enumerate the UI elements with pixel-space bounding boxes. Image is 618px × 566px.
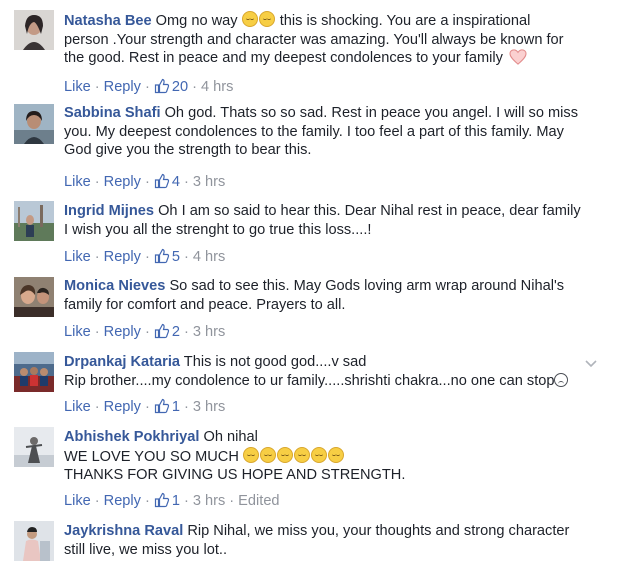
like-button[interactable]: Like [64, 174, 91, 190]
separator: · [94, 399, 100, 415]
timestamp[interactable]: 3 hrs [193, 399, 225, 415]
sad-emoji-icon [241, 11, 276, 29]
comment-author[interactable]: Drpankaj Kataria [64, 354, 180, 370]
avatar[interactable] [14, 10, 54, 50]
reply-button[interactable]: Reply [104, 79, 141, 95]
thumbs-up-icon[interactable] [154, 323, 170, 339]
separator: · [144, 493, 150, 509]
comment-text: Oh god. Thats so so sad. Rest in peace y… [164, 105, 578, 121]
reply-button[interactable]: Reply [104, 249, 141, 265]
like-count[interactable]: 2 [172, 324, 180, 340]
separator: · [94, 493, 100, 509]
separator: · [192, 79, 197, 95]
like-count[interactable]: 4 [172, 174, 180, 190]
separator: · [183, 324, 189, 340]
comment-text: person .Your strength and character was … [64, 31, 564, 48]
comment-text: this is shocking. You are a inspirationa… [279, 13, 531, 29]
avatar[interactable] [14, 201, 54, 241]
avatar[interactable] [14, 104, 54, 144]
comment-text: the good. Rest in peace and my deepest c… [64, 50, 503, 67]
thumbs-up-icon[interactable] [154, 173, 170, 189]
comment-text: WE LOVE YOU SO MUCH [64, 448, 239, 465]
comment-text: I wish you all the strenght to go true t… [64, 221, 372, 238]
separator: · [183, 399, 189, 415]
thumbs-up-icon[interactable] [154, 492, 170, 508]
comment-author[interactable]: Ingrid Mijnes [64, 203, 154, 219]
comment-text: you. My deepest condolences to the famil… [64, 123, 564, 140]
like-button[interactable]: Like [64, 399, 91, 415]
reply-button[interactable]: Reply [104, 399, 141, 415]
separator: · [144, 249, 150, 265]
comment-author[interactable]: Monica Nieves [64, 278, 165, 294]
separator: · [94, 324, 100, 340]
avatar[interactable] [14, 427, 54, 467]
comment-text: Oh I am so said to hear this. Dear Nihal… [158, 203, 581, 219]
separator: · [144, 174, 150, 190]
comment-text: Rip brother....my condolence to ur famil… [64, 372, 555, 389]
reply-button[interactable]: Reply [104, 174, 141, 190]
like-count[interactable]: 20 [172, 79, 188, 95]
like-count[interactable]: 1 [172, 493, 180, 509]
separator: · [144, 79, 150, 95]
separator: · [183, 493, 189, 509]
timestamp[interactable]: 3 hrs [193, 174, 225, 190]
separator: · [144, 324, 150, 340]
like-count[interactable]: 1 [172, 399, 180, 415]
like-count[interactable]: 5 [172, 249, 180, 265]
comment-author[interactable]: Sabbina Shafi [64, 105, 161, 121]
reply-button[interactable]: Reply [104, 324, 141, 340]
reply-button[interactable]: Reply [104, 493, 141, 509]
comment-text: still live, we miss you lot.. [64, 541, 228, 558]
separator: · [183, 249, 189, 265]
thumbs-up-icon[interactable] [154, 398, 170, 414]
comment-text: THANKS FOR GIVING US HOPE AND STRENGTH. [64, 467, 406, 484]
thumbs-up-icon[interactable] [154, 78, 170, 94]
comment-author[interactable]: Abhishek Pokhriyal [64, 429, 199, 445]
timestamp[interactable]: 3 hrs [193, 324, 225, 340]
like-button[interactable]: Like [64, 324, 91, 340]
timestamp[interactable]: 3 hrs [193, 493, 225, 509]
thumbs-up-icon[interactable] [154, 248, 170, 264]
frown-emoji-icon [554, 372, 569, 387]
comment-text: This is not good god....v sad [183, 354, 367, 370]
separator: · [183, 174, 189, 190]
avatar[interactable] [14, 521, 54, 561]
comment-author[interactable]: Natasha Bee [64, 13, 152, 29]
timestamp[interactable]: 4 hrs [201, 79, 233, 95]
sad-emoji-icon [242, 446, 345, 465]
separator: · [94, 249, 100, 265]
separator: · [94, 79, 100, 95]
separator: · [94, 174, 100, 190]
avatar[interactable] [14, 352, 54, 392]
like-button[interactable]: Like [64, 493, 91, 509]
separator: · [229, 493, 235, 509]
heart-icon [509, 49, 527, 66]
comment-author[interactable]: Jaykrishna Raval [64, 523, 183, 539]
comment-text: Oh nihal [203, 429, 258, 445]
edited-label[interactable]: Edited [238, 493, 279, 509]
comment-text: Omg no way [155, 13, 238, 29]
comment-text: Rip Nihal, we miss you, your thoughts an… [187, 523, 570, 539]
comment-text: family for comfort and peace. Prayers to… [64, 296, 346, 313]
comment-text: God give you the strength to bear this. [64, 142, 312, 159]
timestamp[interactable]: 4 hrs [193, 249, 225, 265]
separator: · [144, 399, 150, 415]
like-button[interactable]: Like [64, 79, 91, 95]
comment-text: So sad to see this. May Gods loving arm … [169, 278, 565, 294]
avatar[interactable] [14, 277, 54, 317]
like-button[interactable]: Like [64, 249, 91, 265]
chevron-down-icon[interactable] [584, 356, 598, 370]
